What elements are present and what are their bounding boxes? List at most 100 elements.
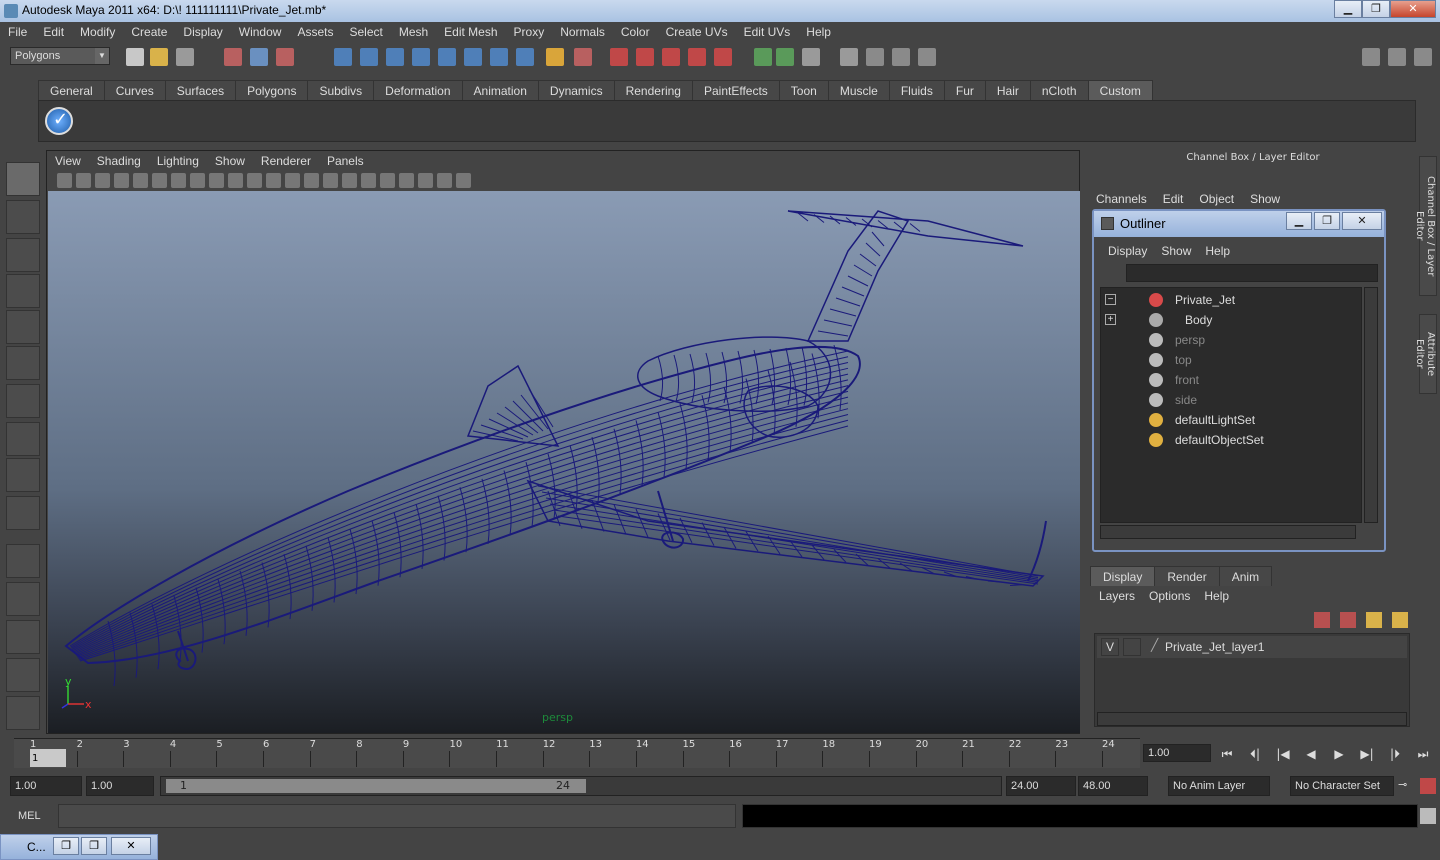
- command-language-label[interactable]: MEL: [18, 810, 41, 822]
- create-empty-layer-icon[interactable]: [1366, 612, 1382, 628]
- toggle-attribute-icon[interactable]: [1362, 48, 1380, 66]
- outliner-item[interactable]: + Body: [1101, 310, 1361, 330]
- shelf-tab-muscle[interactable]: Muscle: [827, 80, 890, 100]
- outliner-close-button[interactable]: ✕: [1342, 212, 1382, 230]
- layer-playback-toggle[interactable]: [1123, 638, 1141, 656]
- field-chart-icon[interactable]: [209, 173, 224, 188]
- channel-menu-edit[interactable]: Edit: [1163, 192, 1200, 206]
- layer-visibility-toggle[interactable]: V: [1101, 638, 1119, 656]
- menu-file[interactable]: File: [0, 22, 35, 42]
- shelf-tab-painteffects[interactable]: PaintEffects: [691, 80, 780, 100]
- go-to-start-icon[interactable]: ⏮: [1216, 744, 1238, 764]
- minimize-button[interactable]: ▁: [1334, 0, 1362, 18]
- step-back-key-icon[interactable]: ⏴|: [1244, 744, 1266, 764]
- menu-display[interactable]: Display: [175, 22, 230, 42]
- channel-box-icon[interactable]: [892, 48, 910, 66]
- last-tool-icon[interactable]: [6, 496, 40, 530]
- shelf-tab-custom[interactable]: Custom: [1087, 80, 1153, 100]
- bookmark-icon[interactable]: [95, 173, 110, 188]
- hypershade-layout-icon[interactable]: [6, 696, 40, 730]
- shelf-tab-curves[interactable]: Curves: [103, 80, 166, 100]
- menu-create[interactable]: Create: [123, 22, 175, 42]
- layer-tab-display[interactable]: Display: [1090, 566, 1156, 586]
- film-gate-icon[interactable]: [152, 173, 167, 188]
- menu-edit[interactable]: Edit: [35, 22, 72, 42]
- outliner-title-bar[interactable]: Outliner ▁ ❐ ✕: [1094, 211, 1384, 237]
- select-component-icon[interactable]: [276, 48, 294, 66]
- shadows-icon[interactable]: [380, 173, 395, 188]
- snap-view-icon[interactable]: [464, 48, 482, 66]
- grid-icon[interactable]: [133, 173, 148, 188]
- range-slider[interactable]: 1 24: [160, 776, 1002, 796]
- input-field-icon[interactable]: [754, 48, 772, 66]
- viewport-menu-panels[interactable]: Panels: [319, 151, 372, 171]
- viewport-menu-renderer[interactable]: Renderer: [253, 151, 319, 171]
- layer-menu-layers[interactable]: Layers: [1099, 589, 1149, 603]
- menu-mesh[interactable]: Mesh: [391, 22, 436, 42]
- viewport-menu-lighting[interactable]: Lighting: [149, 151, 207, 171]
- outliner-menu-show[interactable]: Show: [1161, 244, 1205, 258]
- viewport-menu-shading[interactable]: Shading: [89, 151, 149, 171]
- layer-row[interactable]: V ╱ Private_Jet_layer1: [1097, 636, 1407, 658]
- playback-end-field[interactable]: 24.00: [1006, 776, 1076, 796]
- layer-tab-render[interactable]: Render: [1154, 566, 1220, 586]
- shelf-tab-animation[interactable]: Animation: [461, 80, 539, 100]
- history-icon[interactable]: [490, 48, 508, 66]
- wireframe-icon[interactable]: [266, 173, 281, 188]
- menu-normals[interactable]: Normals: [552, 22, 613, 42]
- anim-layer-dropdown[interactable]: No Anim Layer: [1168, 776, 1270, 796]
- layer-editor-icon[interactable]: [918, 48, 936, 66]
- snap-surface-icon[interactable]: [438, 48, 456, 66]
- scale-tool-icon[interactable]: [6, 346, 40, 380]
- menu-modify[interactable]: Modify: [72, 22, 123, 42]
- render-settings-icon[interactable]: [688, 48, 706, 66]
- outliner-horizontal-scrollbar[interactable]: [1100, 525, 1356, 539]
- outliner-filter-input[interactable]: [1126, 264, 1378, 282]
- snap-plane-icon[interactable]: [412, 48, 430, 66]
- snap-point-icon[interactable]: [386, 48, 404, 66]
- mini-close-button[interactable]: ✕: [111, 837, 151, 855]
- outliner-vertical-scrollbar[interactable]: [1364, 287, 1378, 523]
- hypershade-icon[interactable]: [714, 48, 732, 66]
- outliner-item[interactable]: defaultLightSet: [1101, 410, 1361, 430]
- command-input[interactable]: [58, 804, 736, 828]
- menu-edit-mesh[interactable]: Edit Mesh: [436, 22, 505, 42]
- outliner-menu-display[interactable]: Display: [1108, 244, 1161, 258]
- high-quality-icon[interactable]: [456, 173, 471, 188]
- menu-proxy[interactable]: Proxy: [506, 22, 553, 42]
- snap-curve-icon[interactable]: [360, 48, 378, 66]
- toggle-tool-settings-icon[interactable]: [1388, 48, 1406, 66]
- shelf-tab-ncloth[interactable]: nCloth: [1029, 80, 1089, 100]
- collapse-icon[interactable]: −: [1105, 294, 1116, 305]
- custom-shelf-check-icon[interactable]: [45, 107, 73, 135]
- outliner-item[interactable]: − Private_Jet: [1101, 290, 1361, 310]
- camera-select-icon[interactable]: [57, 173, 72, 188]
- new-scene-icon[interactable]: [126, 48, 144, 66]
- channel-menu-channels[interactable]: Channels: [1096, 192, 1163, 206]
- playback-start-field[interactable]: 1.00: [86, 776, 154, 796]
- select-object-icon[interactable]: [250, 48, 268, 66]
- shelf-tab-dynamics[interactable]: Dynamics: [537, 80, 615, 100]
- animation-preferences-icon[interactable]: [1420, 778, 1436, 794]
- minimized-window[interactable]: C... ❐ ❐ ✕: [0, 834, 158, 860]
- shelf-tab-subdivs[interactable]: Subdivs: [307, 80, 375, 100]
- shelf-tab-fur[interactable]: Fur: [943, 80, 986, 100]
- layer-tab-anim[interactable]: Anim: [1218, 566, 1273, 586]
- move-tool-icon[interactable]: [6, 274, 40, 308]
- safe-title-icon[interactable]: [247, 173, 262, 188]
- outliner-item[interactable]: front: [1101, 370, 1361, 390]
- tool-settings-icon[interactable]: [866, 48, 884, 66]
- safe-action-icon[interactable]: [228, 173, 243, 188]
- menu-assets[interactable]: Assets: [289, 22, 341, 42]
- render-view-icon[interactable]: [610, 48, 628, 66]
- manipulator-tool-icon[interactable]: [6, 384, 40, 418]
- shelf-tab-polygons[interactable]: Polygons: [235, 80, 309, 100]
- select-tool-icon[interactable]: [6, 162, 40, 196]
- rotate-tool-icon[interactable]: [6, 310, 40, 344]
- gate-mask-icon[interactable]: [190, 173, 205, 188]
- move-layer-up-icon[interactable]: [1314, 612, 1330, 628]
- layer-menu-help[interactable]: Help: [1204, 589, 1243, 603]
- all-lights-icon[interactable]: [361, 173, 376, 188]
- shelf-tab-deformation[interactable]: Deformation: [373, 80, 463, 100]
- play-backward-icon[interactable]: ◀: [1300, 744, 1322, 764]
